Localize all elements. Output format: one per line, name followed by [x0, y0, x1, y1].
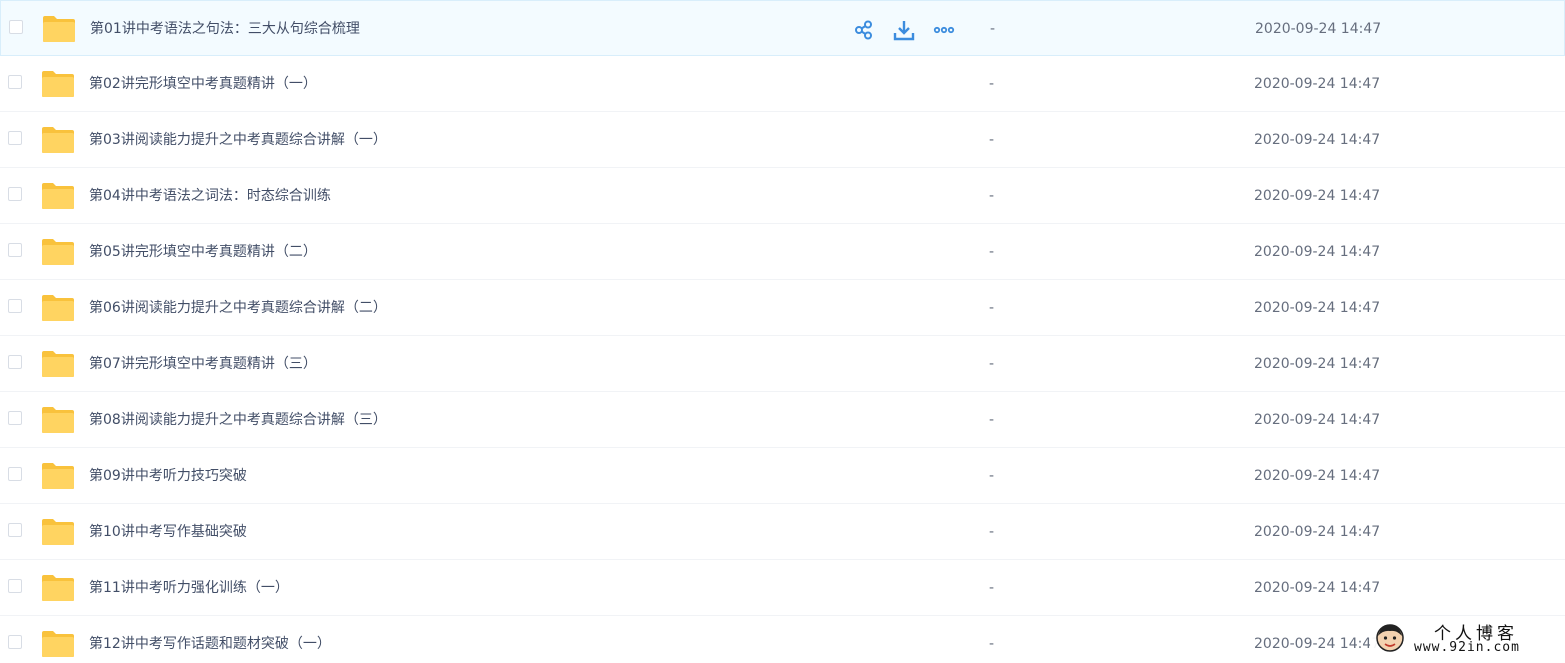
file-date: 2020-09-24 14:47 — [1254, 244, 1381, 260]
folder-icon — [42, 183, 74, 209]
row-checkbox[interactable] — [9, 20, 23, 34]
file-row[interactable]: 第04讲中考语法之词法：时态综合训练 - 2020-09-24 14:47 — [0, 168, 1565, 224]
file-date: 2020-09-24 14:47 — [1254, 524, 1381, 540]
share-icon — [855, 20, 872, 40]
file-name[interactable]: 第02讲完形填空中考真题精讲（一） — [89, 74, 317, 94]
folder-icon — [42, 519, 74, 545]
file-size: - — [990, 21, 996, 37]
file-name[interactable]: 第04讲中考语法之词法：时态综合训练 — [89, 186, 331, 206]
file-size: - — [989, 300, 995, 316]
folder-icon — [42, 127, 74, 153]
file-size: - — [989, 76, 995, 92]
more-icon — [933, 26, 955, 34]
file-row[interactable]: 第09讲中考听力技巧突破 - 2020-09-24 14:47 — [0, 448, 1565, 504]
row-checkbox[interactable] — [8, 635, 22, 649]
file-size: - — [989, 132, 995, 148]
row-checkbox[interactable] — [8, 131, 22, 145]
file-name[interactable]: 第05讲完形填空中考真题精讲（二） — [89, 242, 317, 262]
row-checkbox[interactable] — [8, 411, 22, 425]
file-date: 2020-09-24 14:47 — [1254, 188, 1381, 204]
row-checkbox[interactable] — [8, 187, 22, 201]
file-date: 2020-09-24 14:47 — [1254, 356, 1381, 372]
file-size: - — [989, 356, 995, 372]
file-size: - — [989, 524, 995, 540]
file-size: - — [989, 188, 995, 204]
row-actions — [852, 18, 956, 42]
avatar-icon — [1376, 624, 1404, 652]
file-name[interactable]: 第09讲中考听力技巧突破 — [89, 466, 247, 486]
file-name[interactable]: 第03讲阅读能力提升之中考真题综合讲解（一） — [89, 130, 387, 150]
file-size: - — [989, 636, 995, 652]
file-name[interactable]: 第01讲中考语法之句法：三大从句综合梳理 — [90, 19, 360, 39]
file-name[interactable]: 第12讲中考写作话题和题材突破（一） — [89, 634, 331, 654]
row-checkbox[interactable] — [8, 467, 22, 481]
file-date: 2020-09-24 14:47 — [1254, 412, 1381, 428]
file-date: 2020-09-24 14:47 — [1254, 300, 1381, 316]
folder-icon — [43, 16, 75, 42]
row-checkbox[interactable] — [8, 355, 22, 369]
file-row[interactable]: 第07讲完形填空中考真题精讲（三） - 2020-09-24 14:47 — [0, 336, 1565, 392]
file-size: - — [989, 468, 995, 484]
file-name[interactable]: 第08讲阅读能力提升之中考真题综合讲解（三） — [89, 410, 387, 430]
file-row[interactable]: 第02讲完形填空中考真题精讲（一） - 2020-09-24 14:47 — [0, 56, 1565, 112]
folder-icon — [42, 631, 74, 657]
watermark: 个人博客 www.92in.com — [1370, 619, 1565, 659]
file-name[interactable]: 第06讲阅读能力提升之中考真题综合讲解（二） — [89, 298, 387, 318]
file-row[interactable]: 第10讲中考写作基础突破 - 2020-09-24 14:47 — [0, 504, 1565, 560]
folder-icon — [42, 239, 74, 265]
folder-icon — [42, 407, 74, 433]
file-name[interactable]: 第11讲中考听力强化训练（一） — [89, 578, 289, 598]
folder-icon — [42, 575, 74, 601]
file-date: 2020-09-24 14:47 — [1254, 636, 1381, 652]
row-checkbox[interactable] — [8, 243, 22, 257]
folder-icon — [42, 351, 74, 377]
file-row[interactable]: 第06讲阅读能力提升之中考真题综合讲解（二） - 2020-09-24 14:4… — [0, 280, 1565, 336]
file-size: - — [989, 412, 995, 428]
file-date: 2020-09-24 14:47 — [1254, 76, 1381, 92]
file-list: 第01讲中考语法之句法：三大从句综合梳理 - 2020-09-24 14:47 … — [0, 0, 1565, 663]
file-row[interactable]: 第08讲阅读能力提升之中考真题综合讲解（三） - 2020-09-24 14:4… — [0, 392, 1565, 448]
file-name[interactable]: 第07讲完形填空中考真题精讲（三） — [89, 354, 317, 374]
folder-icon — [42, 463, 74, 489]
watermark-url: www.92in.com — [1414, 640, 1520, 655]
row-checkbox[interactable] — [8, 75, 22, 89]
file-row[interactable]: 第12讲中考写作话题和题材突破（一） - 2020-09-24 14:47 — [0, 616, 1565, 663]
row-checkbox[interactable] — [8, 299, 22, 313]
file-date: 2020-09-24 14:47 — [1254, 580, 1381, 596]
folder-icon — [42, 71, 74, 97]
file-date: 2020-09-24 14:47 — [1254, 132, 1381, 148]
file-date: 2020-09-24 14:47 — [1255, 21, 1382, 37]
row-checkbox[interactable] — [8, 579, 22, 593]
more-button[interactable] — [932, 18, 956, 42]
download-button[interactable] — [892, 18, 916, 42]
file-row[interactable]: 第05讲完形填空中考真题精讲（二） - 2020-09-24 14:47 — [0, 224, 1565, 280]
share-button[interactable] — [852, 18, 876, 42]
row-checkbox[interactable] — [8, 523, 22, 537]
file-size: - — [989, 244, 995, 260]
file-row[interactable]: 第01讲中考语法之句法：三大从句综合梳理 - 2020-09-24 14:47 — [0, 0, 1565, 56]
file-date: 2020-09-24 14:47 — [1254, 468, 1381, 484]
file-size: - — [989, 580, 995, 596]
folder-icon — [42, 295, 74, 321]
file-row[interactable]: 第11讲中考听力强化训练（一） - 2020-09-24 14:47 — [0, 560, 1565, 616]
download-icon — [893, 21, 915, 41]
file-row[interactable]: 第03讲阅读能力提升之中考真题综合讲解（一） - 2020-09-24 14:4… — [0, 112, 1565, 168]
file-name[interactable]: 第10讲中考写作基础突破 — [89, 522, 247, 542]
